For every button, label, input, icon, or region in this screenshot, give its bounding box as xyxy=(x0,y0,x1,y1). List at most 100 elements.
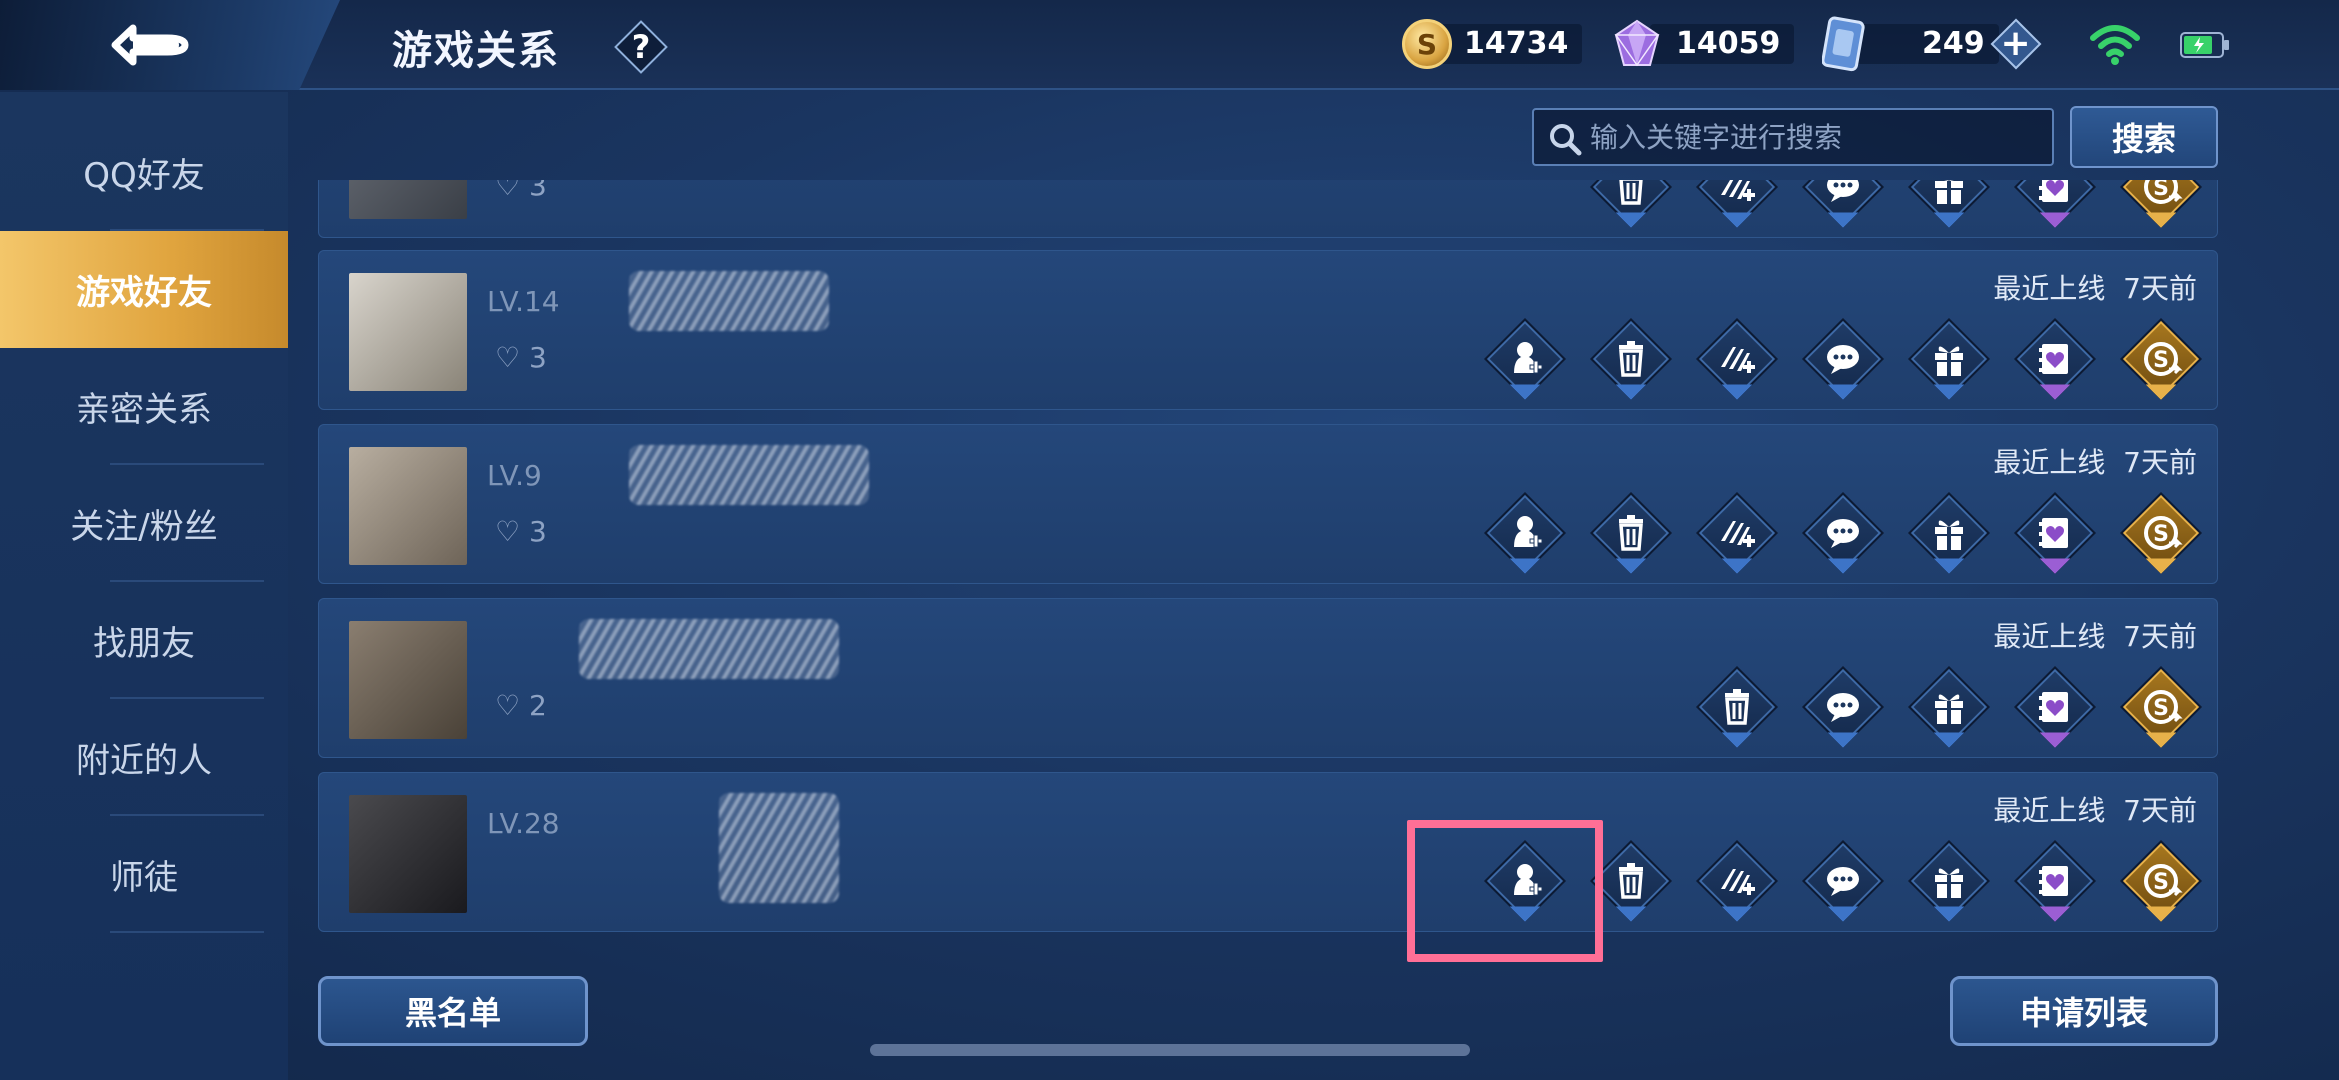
hearts-count: 2 xyxy=(529,689,547,722)
blurred-name xyxy=(719,793,839,903)
gift-icon xyxy=(1935,694,1963,724)
search-button[interactable]: 搜索 xyxy=(2070,106,2218,168)
sidebar-item-intimate[interactable]: 亲密关系 xyxy=(0,348,288,465)
gold-coin-counter: S 14734 xyxy=(1402,14,1583,74)
gift-button[interactable] xyxy=(1907,317,1991,401)
voucher-value: 249 xyxy=(1852,24,1999,64)
send-gold-button[interactable] xyxy=(2119,665,2203,749)
friend-row: ♡ 2 最近上线 7天前 xyxy=(318,598,2218,758)
intimacy-icon xyxy=(2039,180,2068,202)
help-icon: ? xyxy=(631,28,651,66)
gift-icon xyxy=(1935,868,1963,898)
delete-friend-button[interactable] xyxy=(1589,180,1673,229)
gold-coin-value: 14734 xyxy=(1438,24,1583,64)
voucher-counter: 249 + xyxy=(1822,14,2042,74)
friend-actions xyxy=(1695,665,2203,749)
intimacy-icon xyxy=(2039,344,2068,374)
home-indicator[interactable] xyxy=(870,1044,1470,1056)
avatar[interactable] xyxy=(349,273,467,391)
blurred-name xyxy=(629,271,829,331)
intimacy-button[interactable] xyxy=(2013,180,2097,229)
intimacy-icon xyxy=(2039,518,2068,548)
delete-friend-button[interactable] xyxy=(1589,317,1673,401)
chat-button[interactable] xyxy=(1801,491,1885,575)
gift-button[interactable] xyxy=(1907,665,1991,749)
last-online: 最近上线 7天前 xyxy=(1993,267,2197,307)
add-friend-button[interactable] xyxy=(1483,839,1567,923)
hearts-count: 3 xyxy=(529,180,547,202)
delete-icon xyxy=(1617,339,1645,377)
chat-button[interactable] xyxy=(1801,317,1885,401)
friend-row: LV.9 ♡ 3 最近上线 7天前 xyxy=(318,424,2218,584)
help-button[interactable]: ? xyxy=(614,20,668,74)
add-friend-button[interactable] xyxy=(1483,317,1567,401)
friend-actions xyxy=(1483,317,2203,401)
invite-team-button[interactable] xyxy=(1695,491,1779,575)
search-field[interactable] xyxy=(1532,108,2054,166)
sidebar-item-find-friends[interactable]: 找朋友 xyxy=(0,582,288,699)
friend-actions xyxy=(1483,839,2203,923)
gold-icon xyxy=(2144,864,2181,898)
last-online: 最近上线 7天前 xyxy=(1993,441,2197,481)
invite-team-button[interactable] xyxy=(1695,317,1779,401)
plus-icon: + xyxy=(2000,23,2031,64)
sidebar-item-nearby[interactable]: 附近的人 xyxy=(0,699,288,816)
intimacy-hearts: ♡ 2 xyxy=(495,689,547,722)
gift-button[interactable] xyxy=(1907,839,1991,923)
diamond-counter: 14059 xyxy=(1610,14,1795,74)
search-input[interactable] xyxy=(1590,120,2030,154)
sidebar-item-mentor[interactable]: 师徒 xyxy=(0,816,288,933)
hearts-count: 3 xyxy=(529,341,547,374)
delete-friend-button[interactable] xyxy=(1589,491,1673,575)
last-online-label: 最近上线 xyxy=(1993,272,2106,305)
chat-icon xyxy=(1827,345,1859,374)
intimacy-button[interactable] xyxy=(2013,665,2097,749)
last-online-label: 最近上线 xyxy=(1993,794,2106,827)
avatar[interactable] xyxy=(349,447,467,565)
chat-icon xyxy=(1827,180,1859,202)
friend-actions xyxy=(1589,180,2203,229)
avatar[interactable] xyxy=(349,621,467,739)
hearts-count: 3 xyxy=(529,515,547,548)
sidebar-item-game-friends[interactable]: 游戏好友 xyxy=(0,231,288,348)
send-gold-button[interactable] xyxy=(2119,180,2203,229)
last-online-time: 7天前 xyxy=(2123,620,2197,653)
friend-row: LV.14 ♡ 3 最近上线 7天前 xyxy=(318,250,2218,410)
player-level: LV.9 xyxy=(487,459,542,492)
chat-icon xyxy=(1827,867,1859,896)
intimacy-button[interactable] xyxy=(2013,317,2097,401)
gift-icon xyxy=(1935,520,1963,550)
search-icon xyxy=(1550,124,1582,156)
back-button[interactable] xyxy=(0,0,340,90)
sidebar-item-follow-fans[interactable]: 关注/粉丝 xyxy=(0,465,288,582)
friend-actions xyxy=(1483,491,2203,575)
delete-friend-button[interactable] xyxy=(1589,839,1673,923)
last-online: 最近上线 7天前 xyxy=(1993,615,2197,655)
intimacy-button[interactable] xyxy=(2013,839,2097,923)
requests-list-button[interactable]: 申请列表 xyxy=(1950,976,2218,1046)
chat-button[interactable] xyxy=(1801,180,1885,229)
invite-team-button[interactable] xyxy=(1695,839,1779,923)
sidebar-item-qq-friends[interactable]: QQ好友 xyxy=(0,114,288,231)
delete-icon xyxy=(1617,180,1645,205)
chat-button[interactable] xyxy=(1801,839,1885,923)
gift-button[interactable] xyxy=(1907,180,1991,229)
delete-friend-button[interactable] xyxy=(1695,665,1779,749)
friend-list[interactable]: ♡ 3 LV.14 ♡ 3 最近上线 7天前 LV.9 ♡ 3 最近上线 7天前… xyxy=(318,180,2218,936)
chat-button[interactable] xyxy=(1801,665,1885,749)
add-friend-icon xyxy=(1513,863,1543,896)
add-voucher-button[interactable]: + xyxy=(1990,18,2042,70)
send-gold-button[interactable] xyxy=(2119,491,2203,575)
invite-team-button[interactable] xyxy=(1695,180,1779,229)
send-gold-button[interactable] xyxy=(2119,839,2203,923)
gift-button[interactable] xyxy=(1907,491,1991,575)
add-friend-button[interactable] xyxy=(1483,491,1567,575)
intimacy-button[interactable] xyxy=(2013,491,2097,575)
send-gold-button[interactable] xyxy=(2119,317,2203,401)
avatar[interactable] xyxy=(349,795,467,913)
chat-icon xyxy=(1827,693,1859,722)
blacklist-button[interactable]: 黑名单 xyxy=(318,976,588,1046)
last-online-time: 7天前 xyxy=(2123,272,2197,305)
avatar[interactable] xyxy=(349,180,467,219)
add-friend-icon xyxy=(1513,341,1543,374)
